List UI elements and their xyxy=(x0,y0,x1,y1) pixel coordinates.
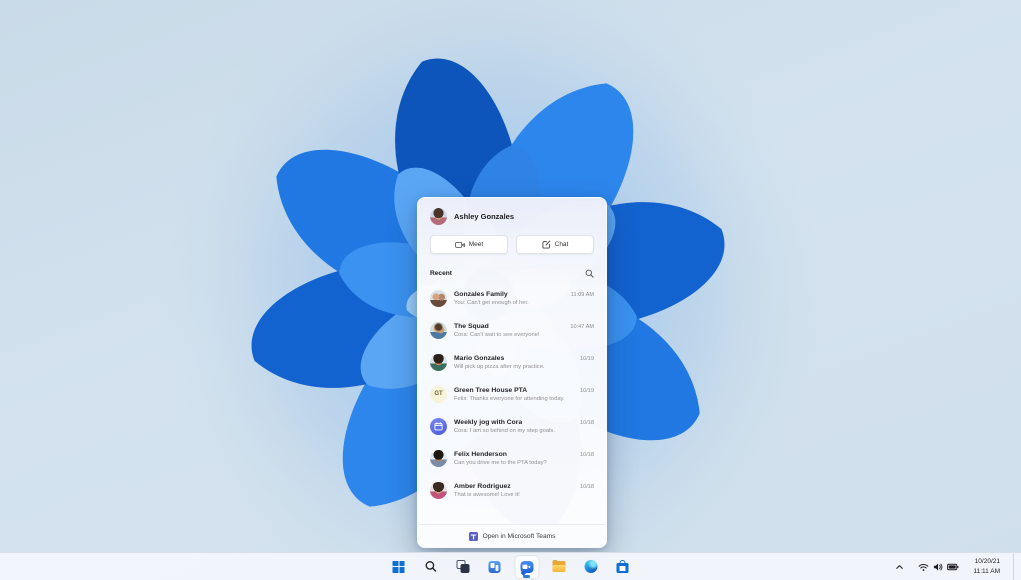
active-indicator xyxy=(523,575,530,578)
meet-button-label: Meet xyxy=(468,241,484,248)
edge-icon xyxy=(584,560,597,573)
meet-button[interactable]: Meet xyxy=(430,235,508,254)
avatar xyxy=(430,353,447,371)
conversation-time: 10/18 xyxy=(580,483,594,490)
quick-settings-button[interactable] xyxy=(914,559,963,575)
tray-overflow-button[interactable] xyxy=(892,560,907,574)
conversation-row[interactable]: Gonzales Family 11:09 AM You: Can't get … xyxy=(418,282,606,314)
conversation-preview: Cora: Can't wait to see everyone! xyxy=(454,331,540,338)
taskbar: 10/20/21 11:11 AM xyxy=(0,552,1021,580)
avatar xyxy=(430,321,447,339)
recent-header: Recent xyxy=(418,264,606,282)
widgets-icon xyxy=(488,560,501,573)
start-button[interactable] xyxy=(386,555,411,579)
conversation-preview: Felix: Thanks everyone for attending tod… xyxy=(454,395,565,402)
flyout-header: Ashley Gonzales xyxy=(418,198,606,233)
calendar-avatar xyxy=(430,417,447,435)
avatar xyxy=(430,289,447,307)
conversation-name: Felix Henderson xyxy=(454,450,507,458)
taskbar-center xyxy=(386,553,635,580)
widgets-button[interactable] xyxy=(482,555,507,579)
search-icon xyxy=(425,561,436,572)
conversation-preview: You: Can't get enough of her. xyxy=(454,299,529,306)
conversation-time: 10/19 xyxy=(580,355,594,362)
teams-logo-icon xyxy=(468,531,478,541)
folder-icon xyxy=(552,559,565,572)
conversation-preview: Will pick up pizza after my practice. xyxy=(454,363,545,370)
store-icon xyxy=(616,560,629,573)
conversation-name: Mario Gonzales xyxy=(454,354,505,362)
volume-icon xyxy=(933,562,942,571)
conversation-row[interactable]: The Squad 10:47 AM Cora: Can't wait to s… xyxy=(418,314,606,346)
chat-button-label: Chat xyxy=(554,241,569,248)
wifi-icon xyxy=(918,563,928,571)
open-in-teams-link[interactable]: Open in Microsoft Teams xyxy=(418,524,606,547)
teams-chat-flyout: Ashley Gonzales Meet Chat Recent Gonzale… xyxy=(417,197,607,548)
clock[interactable]: 10/20/21 11:11 AM xyxy=(970,555,1005,577)
conversation-row[interactable]: Felix Henderson 10/18 Can you drive me t… xyxy=(418,442,606,474)
tray-date: 10/20/21 xyxy=(974,558,1000,566)
conversation-row[interactable]: Amber Rodriguez 10/18 That is awesome! L… xyxy=(418,474,606,506)
conversation-time: 11:09 AM xyxy=(570,291,594,298)
conversation-preview: That is awesome! Love it! xyxy=(454,491,520,498)
conversation-name: Green Tree House PTA xyxy=(454,386,528,394)
chat-button[interactable]: Chat xyxy=(516,235,594,254)
avatar-initials: GT xyxy=(430,385,447,403)
conversation-name: Weekly jog with Cora xyxy=(454,418,523,426)
user-avatar[interactable] xyxy=(430,208,447,225)
tray-time: 11:11 AM xyxy=(973,567,1001,575)
conversation-name: Amber Rodriguez xyxy=(454,482,511,490)
calendar-icon xyxy=(434,421,443,430)
windows-logo-icon xyxy=(392,560,405,573)
task-view-button[interactable] xyxy=(450,555,475,579)
conversation-time: 10:47 AM xyxy=(570,323,594,330)
show-desktop-button[interactable] xyxy=(1013,553,1016,580)
teams-chat-button[interactable] xyxy=(514,554,539,579)
conversation-time: 10/18 xyxy=(580,451,594,458)
avatar xyxy=(430,481,447,499)
system-tray: 10/20/21 11:11 AM xyxy=(892,553,1017,580)
avatar xyxy=(430,449,447,467)
conversation-time: 10/18 xyxy=(580,419,594,426)
conversation-row[interactable]: Weekly jog with Cora 10/18 Cora: I am so… xyxy=(418,410,606,442)
conversation-row[interactable]: GT Green Tree House PTA 10/19 Felix: Tha… xyxy=(418,378,606,410)
conversation-name: Gonzales Family xyxy=(454,290,508,298)
conversation-preview: Can you drive me to the PTA today? xyxy=(454,459,547,466)
conversation-preview: Cora: I am so behind on my step goals. xyxy=(454,427,555,434)
microsoft-store-button[interactable] xyxy=(610,555,635,579)
desktop: Ashley Gonzales Meet Chat Recent Gonzale… xyxy=(0,0,1021,580)
conversation-name: The Squad xyxy=(454,322,489,330)
flyout-actions: Meet Chat xyxy=(418,233,606,264)
compose-icon xyxy=(542,240,550,249)
file-explorer-button[interactable] xyxy=(546,555,571,579)
search-button[interactable] xyxy=(418,555,443,579)
recent-label: Recent xyxy=(430,270,452,277)
camera-icon xyxy=(522,564,531,569)
edge-button[interactable] xyxy=(578,555,603,579)
search-icon[interactable] xyxy=(585,269,594,278)
conversation-row[interactable]: Mario Gonzales 10/19 Will pick up pizza … xyxy=(418,346,606,378)
task-view-icon xyxy=(456,560,469,573)
open-in-teams-label: Open in Microsoft Teams xyxy=(482,532,556,540)
chevron-up-icon xyxy=(895,564,903,569)
conversation-list: Gonzales Family 11:09 AM You: Can't get … xyxy=(418,282,606,524)
battery-icon xyxy=(946,563,958,570)
teams-chat-icon xyxy=(520,560,533,576)
user-name: Ashley Gonzales xyxy=(454,212,515,221)
conversation-time: 10/19 xyxy=(580,387,594,394)
camera-icon xyxy=(454,241,465,248)
